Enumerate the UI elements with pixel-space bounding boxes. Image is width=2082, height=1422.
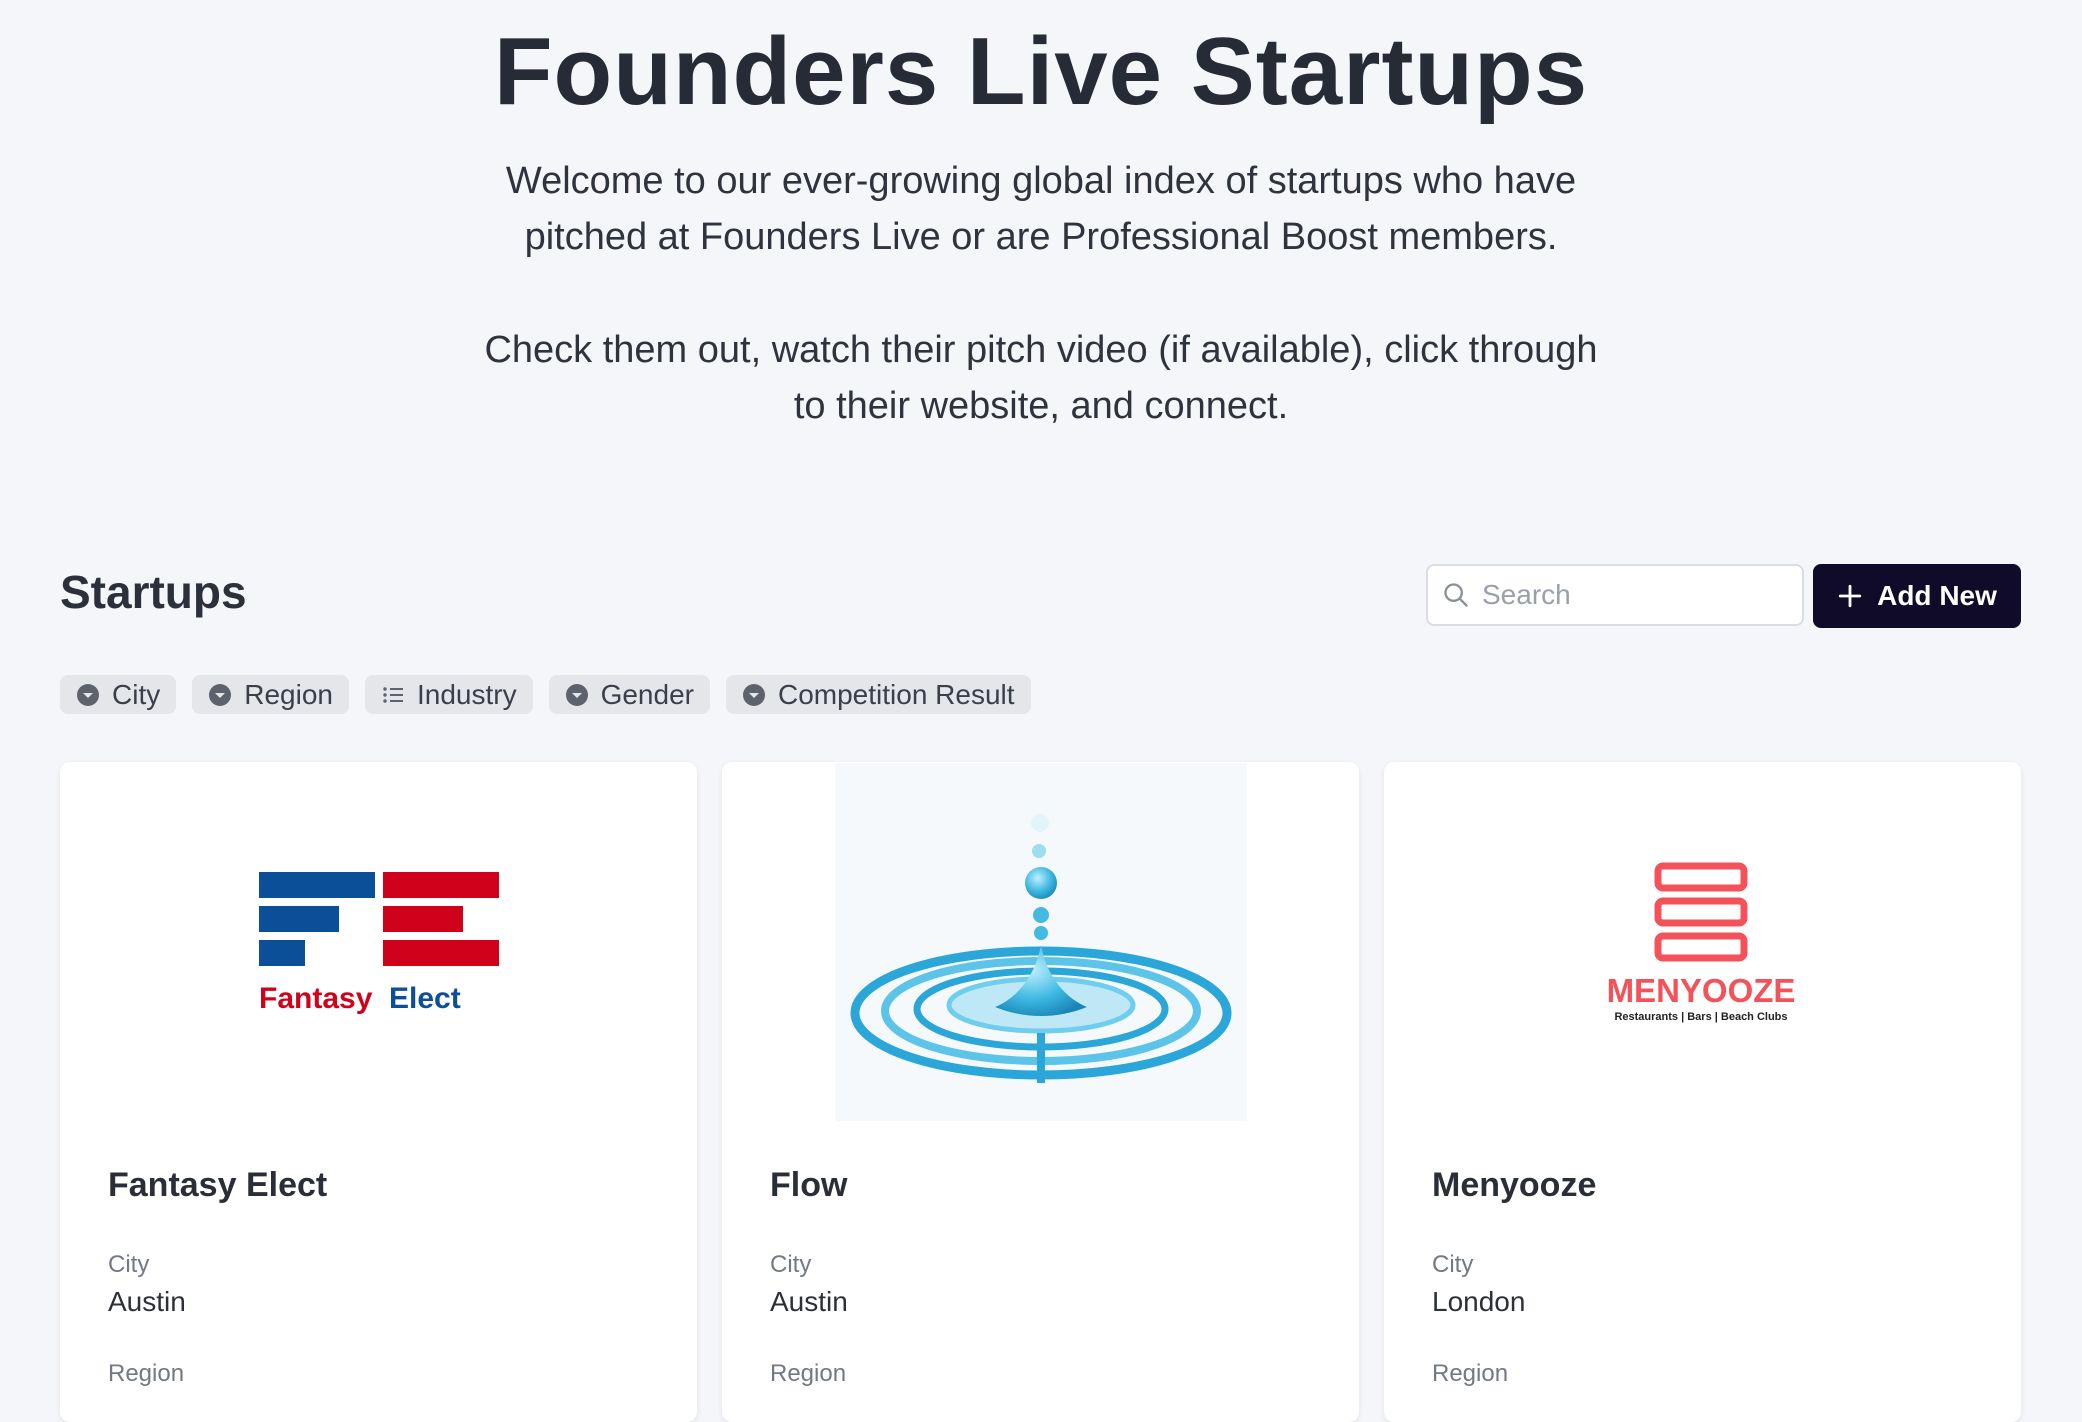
filter-label: Gender — [600, 678, 694, 710]
svg-text:MENYOOZE: MENYOOZE — [1606, 972, 1795, 1009]
chevron-down-circle-icon — [209, 683, 232, 706]
search-box[interactable] — [1426, 564, 1804, 626]
startup-logo: MENYOOZE Restaurants | Bars | Beach Club… — [1384, 762, 2021, 1122]
city-value: Austin — [770, 1286, 848, 1317]
filter-competition-result[interactable]: Competition Result — [725, 675, 1031, 714]
city-label: City — [108, 1251, 150, 1278]
page: Founders Live Startups Welcome to our ev… — [0, 0, 2082, 1422]
filter-label: Region — [244, 678, 333, 710]
menyooze-logo: MENYOOZE Restaurants | Bars | Beach Club… — [1606, 862, 1795, 1023]
add-new-button[interactable]: Add New — [1813, 564, 2021, 628]
filter-region[interactable]: Region — [192, 675, 349, 714]
svg-text:Elect: Elect — [389, 982, 461, 1015]
filter-city[interactable]: City — [60, 675, 177, 714]
search-input[interactable] — [1480, 578, 1784, 612]
fantasy-elect-logo: Fantasy Elect — [258, 872, 499, 1015]
section-title: Startups — [60, 566, 247, 618]
svg-text:Restaurants | Bars | Beach Clu: Restaurants | Bars | Beach Clubs — [1614, 1011, 1787, 1023]
startup-card[interactable]: Flow City Austin Region — [722, 762, 1359, 1422]
startup-logo — [722, 762, 1359, 1122]
region-label: Region — [108, 1360, 185, 1387]
chevron-down-circle-icon — [565, 683, 588, 706]
chevron-down-circle-icon — [77, 683, 99, 706]
filter-gender[interactable]: Gender — [548, 675, 710, 714]
list-icon — [383, 686, 403, 703]
startup-card[interactable]: Fantasy Elect Fantasy Elect City Austin … — [60, 762, 697, 1422]
startup-name[interactable]: Fantasy Elect — [108, 1166, 327, 1205]
add-new-label: Add New — [1877, 580, 1997, 611]
filter-bar: City Region Industry Gender Competition … — [60, 675, 1031, 714]
cta-text: Check them out, watch their pitch video … — [484, 329, 1598, 427]
region-label: Region — [770, 1360, 847, 1387]
filter-industry[interactable]: Industry — [364, 675, 533, 714]
startup-name[interactable]: Flow — [770, 1166, 847, 1205]
city-value: London — [1432, 1286, 1526, 1317]
chevron-down-circle-icon — [742, 683, 765, 706]
plus-icon — [1838, 584, 1862, 608]
startup-card[interactable]: MENYOOZE Restaurants | Bars | Beach Club… — [1384, 762, 2021, 1422]
region-label: Region — [1432, 1360, 1509, 1387]
svg-text:Fantasy: Fantasy — [259, 982, 373, 1015]
page-title: Founders Live Startups — [493, 18, 1589, 125]
startup-logo: Fantasy Elect — [60, 762, 697, 1122]
filter-label: Industry — [416, 678, 517, 710]
city-label: City — [770, 1251, 812, 1278]
water-drop-logo — [834, 763, 1247, 1121]
filter-label: City — [112, 678, 161, 710]
city-label: City — [1432, 1251, 1474, 1278]
startup-name[interactable]: Menyooze — [1432, 1166, 1596, 1205]
search-icon — [1444, 583, 1468, 607]
intro-text: Welcome to our ever-growing global index… — [505, 160, 1577, 258]
city-value: Austin — [108, 1286, 186, 1317]
filter-label: Competition Result — [777, 678, 1015, 710]
